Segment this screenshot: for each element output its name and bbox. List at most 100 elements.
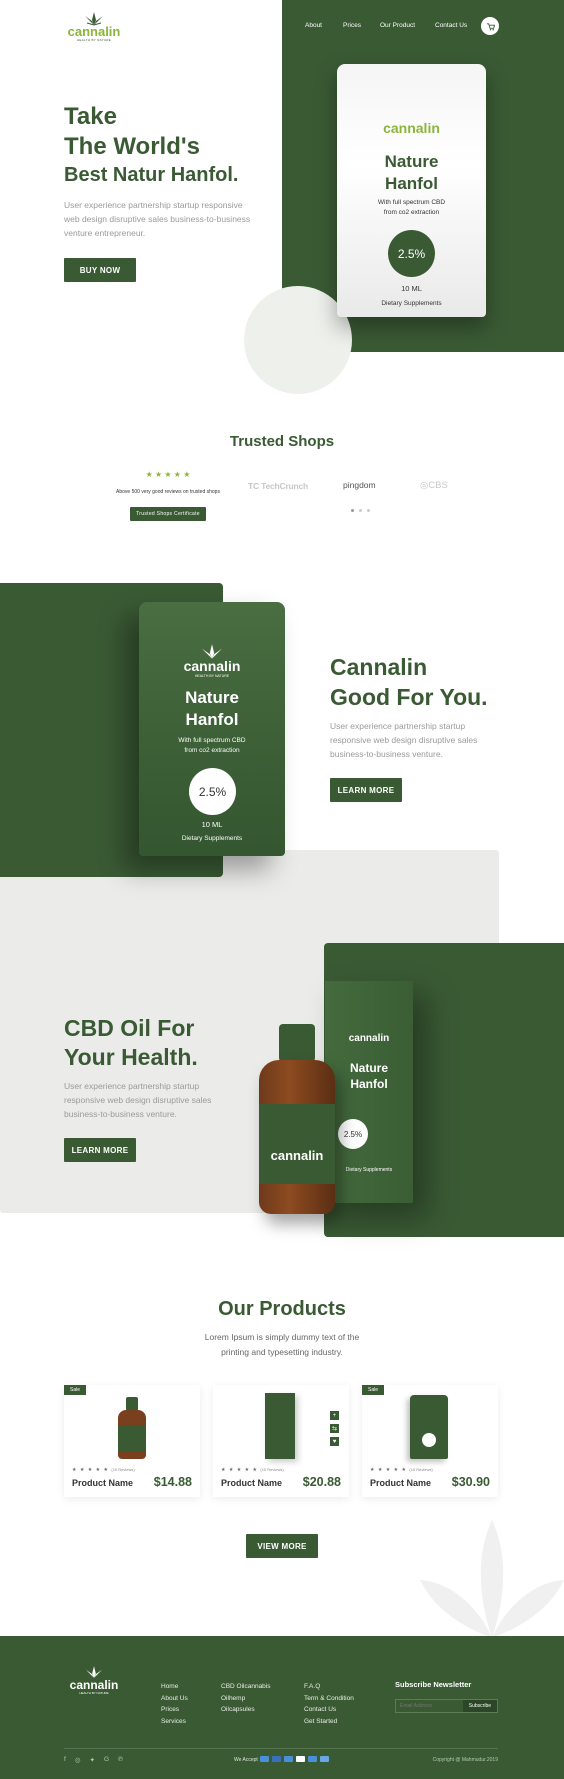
twitter-icon[interactable]: ✦ [89,1756,94,1764]
product-name: Product Name [72,1478,134,1488]
nav-our-product[interactable]: Our Product [380,22,415,29]
footer-link-contact-us[interactable]: Contact Us [304,1704,354,1716]
trusted-heading: Trusted Shops [229,433,335,450]
footer-col-1: Home About Us Prices Services [161,1681,188,1727]
box-footer: Dietary Supplements [345,1167,393,1173]
hero-heading-line3: Best Natur Hanfol. [64,164,239,186]
good-learn-more-button[interactable]: LEARN MORE [330,778,402,802]
products-heading: Our Products [218,1298,346,1320]
footer-brand-name: cannalin [69,1678,119,1692]
footer-link-oilhemp[interactable]: Oilhemp [221,1693,271,1705]
footer-link-faq[interactable]: F.A.Q [304,1681,354,1693]
pouch-line-1: With full spectrum CBD [377,199,446,206]
product-image-pouch [410,1395,448,1459]
footer-divider [64,1748,498,1749]
pouch-line-2: from co2 extraction [383,209,440,216]
product-name: Product Name [221,1478,283,1488]
footer-link-cbd-oilcannabis[interactable]: CBD Oilcannabis [221,1681,271,1693]
oil-learn-more-button[interactable]: LEARN MORE [64,1138,136,1162]
cbs-label: CBS [428,480,448,491]
carousel-dot[interactable] [351,509,354,512]
pouch-green-volume: 10 ML [201,820,223,829]
footer-link-get-started[interactable]: Get Started [304,1716,354,1728]
discover-icon [320,1756,329,1762]
good-heading-line2: Good For You. [330,684,488,710]
buy-now-button[interactable]: BUY NOW [64,258,136,282]
paypal-icon [284,1756,293,1762]
footer-link-terms[interactable]: Term & Condition [304,1693,354,1705]
box-title-1: Nature [349,1061,388,1075]
copyright: Copyright @ Mahmudur.2019 [432,1757,498,1763]
tc-mark: TC [248,481,262,491]
footer-link-home[interactable]: Home [161,1681,188,1693]
brand-name: cannalin [67,24,121,39]
wishlist-icon[interactable]: ♥ [330,1437,339,1446]
box-brand: cannalin [348,1033,390,1044]
nav-contact-us[interactable]: Contact Us [435,22,467,29]
pouch-green-line-1: With full spectrum CBD [178,737,246,744]
footer-link-oilcapsules[interactable]: Oilcapsules [221,1704,271,1716]
pouch-green-title-2: Hanfol [185,710,239,729]
pouch-green-brand: cannalin [183,658,241,674]
oil-heading-line1: CBD Oil For [64,1015,195,1041]
footer-link-about-us[interactable]: About Us [161,1693,188,1705]
dropper-bottle: cannalin [259,1024,335,1218]
pouch-brand: cannalin [383,120,440,136]
social-links: f ◎ ✦ G ℗ [64,1756,123,1764]
pouch-green-tagline: HEALTH BY NATURE [194,674,230,678]
good-body: User experience partnership startup resp… [330,721,478,759]
decorative-leaf-icon [420,1520,564,1638]
products-sub-2: printing and typesetting industry. [221,1347,343,1357]
view-more-button[interactable]: VIEW MORE [246,1534,318,1558]
bottle-label [259,1104,335,1184]
instagram-icon[interactable]: ◎ [75,1756,81,1764]
facebook-icon[interactable]: f [64,1756,66,1764]
pinterest-icon[interactable]: ℗ [118,1756,123,1764]
product-stars: ★ ★ ★ ★ ★ (10 Reviews) [221,1467,284,1473]
product-box: cannalin Nature Hanfol 2.5% Dietary Supp… [325,981,413,1203]
footer-link-prices[interactable]: Prices [161,1704,188,1716]
product-price: $30.90 [451,1475,490,1489]
trusted-stars: ★ ★ ★ ★ ★ [145,470,191,479]
product-card[interactable]: Sale ★ ★ ★ ★ ★ (10 Reviews) Product Name… [64,1385,200,1497]
product-name: Product Name [370,1478,432,1488]
add-to-cart-icon[interactable]: + [330,1411,339,1420]
nav-prices[interactable]: Prices [343,22,361,29]
hero-heading-line2: The World's [64,133,200,160]
carousel-dot[interactable] [359,509,362,512]
pingdom-logo: pingdom [343,480,376,490]
google-icon[interactable]: G [104,1756,109,1764]
hero-heading-line1: Take [64,103,117,130]
product-card[interactable]: + ⇆ ♥ ★ ★ ★ ★ ★ (10 Reviews) Product Nam… [213,1385,349,1497]
cart-icon [486,22,495,30]
cbs-logo: ◎CBS [420,480,448,491]
pouch-percent-badge: 2.5% [388,230,435,277]
product-stars: ★ ★ ★ ★ ★ (10 Reviews) [370,1467,433,1473]
pouch-green-footer: Dietary Supplements [181,835,243,842]
product-price: $14.88 [153,1475,192,1489]
trusted-note: Above 500 very good reviews on trusted s… [116,489,220,495]
footer-link-services[interactable]: Services [161,1716,188,1728]
cart-button[interactable] [481,17,499,35]
compare-icon[interactable]: ⇆ [330,1424,339,1433]
footer-logo[interactable]: cannalin HEALTH BY NATURE [64,1666,124,1695]
product-card[interactable]: Sale ★ ★ ★ ★ ★ (10 Reviews) Product Name… [362,1385,498,1497]
product-image-box [265,1393,295,1459]
newsletter-subscribe-button[interactable]: Subscribe [462,1700,497,1712]
brand-logo[interactable]: cannalin HEALTH BY NATURE [64,12,124,44]
newsletter-email-input[interactable] [396,1700,463,1712]
box-percent-badge: 2.5% [338,1119,368,1149]
pouch-volume: 10 ML [401,284,422,293]
techcrunch-logo: TC TechCrunch [248,481,308,491]
trusted-certificate-button[interactable]: Trusted Shops Certificate [130,507,206,521]
good-heading-line1: Cannalin [330,654,428,680]
visa-icon [272,1756,281,1762]
carousel-dots [351,509,370,512]
pouch-title-1: Nature [384,152,439,171]
hero-light-circle [244,286,352,394]
hero-body: User experience partnership startup resp… [64,200,251,238]
oil-heading-line2: Your Health. [64,1044,198,1070]
mastercard-icon [260,1756,269,1762]
carousel-dot[interactable] [367,509,370,512]
nav-about[interactable]: About [305,22,322,29]
